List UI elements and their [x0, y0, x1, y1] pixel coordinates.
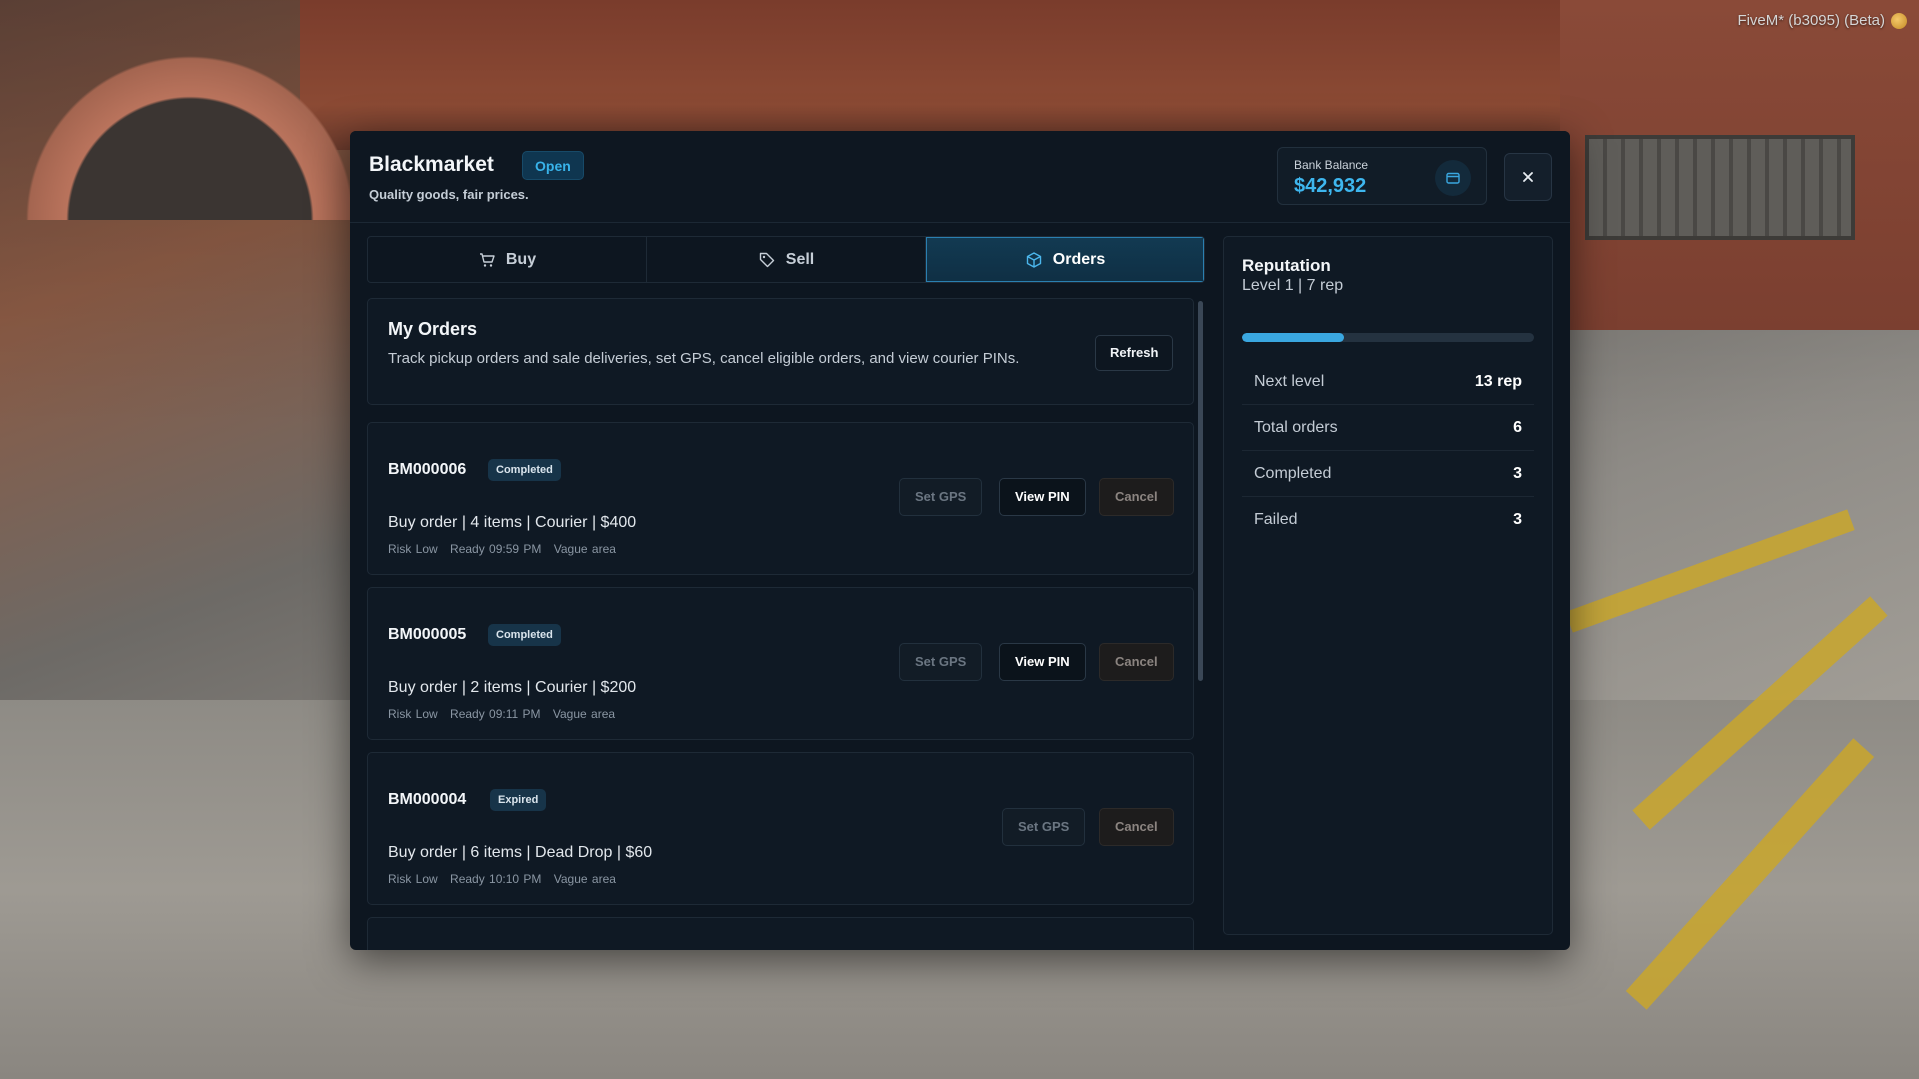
- cancel-button[interactable]: Cancel: [1099, 478, 1174, 516]
- stat-label: Total orders: [1254, 418, 1338, 436]
- cancel-button[interactable]: Cancel: [1099, 808, 1174, 846]
- status-badge: Open: [522, 151, 584, 180]
- cancel-button[interactable]: Cancel: [1099, 643, 1174, 681]
- view-pin-button[interactable]: View PIN: [999, 643, 1086, 681]
- wallet-icon: [1435, 160, 1471, 196]
- building-arch: [0, 30, 380, 220]
- order-summary: Buy order | 4 items | Courier | $400: [388, 514, 637, 531]
- box-icon: [1026, 251, 1041, 268]
- orders-scrollbar[interactable]: [1198, 301, 1203, 681]
- tab-orders[interactable]: Orders: [926, 237, 1204, 282]
- building-window: [1585, 135, 1855, 240]
- page-title: Blackmarket: [369, 153, 494, 176]
- stat-value: 3: [1513, 464, 1522, 482]
- reputation-title: Reputation: [1242, 256, 1331, 275]
- order-meta: Risk Low Ready 10:10 PM Vague area: [388, 872, 624, 886]
- reputation-progress-fill: [1242, 333, 1345, 342]
- order-ready-time: Ready 10:10 PM: [450, 872, 542, 886]
- order-id: BM000006: [388, 461, 467, 478]
- stat-value: 3: [1513, 511, 1522, 528]
- order-ready-time: Ready 09:11 PM: [450, 707, 541, 721]
- stat-completed: Completed 3: [1242, 451, 1534, 497]
- my-orders-title: My Orders: [388, 319, 478, 339]
- stat-total-orders: Total orders 6: [1242, 405, 1534, 451]
- order-id: BM000004: [388, 791, 467, 808]
- reputation-level: Level 1 | 7 rep: [1242, 277, 1344, 294]
- reputation-stats: Next level 13 rep Total orders 6 Complet…: [1242, 359, 1534, 543]
- order-meta: Risk Low Ready 09:11 PM Vague area: [388, 707, 623, 721]
- order-ready-time: Ready 09:59 PM: [450, 542, 542, 556]
- blackmarket-panel: Blackmarket Open Quality goods, fair pri…: [350, 131, 1570, 950]
- tab-sell-label: Sell: [785, 250, 815, 268]
- client-status-icon: [1891, 13, 1907, 29]
- stat-value: 13 rep: [1474, 372, 1522, 390]
- client-version-label: FiveM* (b3095) (Beta): [1737, 12, 1885, 29]
- order-area: Vague area: [553, 542, 616, 556]
- set-gps-button[interactable]: Set GPS: [899, 478, 983, 516]
- reputation-progress-bar: [1242, 333, 1534, 342]
- refresh-button[interactable]: Refresh: [1095, 335, 1174, 371]
- brick-wall: [300, 0, 1600, 150]
- order-risk: Risk Low: [388, 542, 438, 556]
- tab-buy-label: Buy: [505, 250, 537, 268]
- order-card: BM000004 Expired Buy order | 6 items | D…: [367, 752, 1194, 905]
- stat-value: 6: [1513, 418, 1522, 436]
- order-status-badge: Completed: [488, 624, 561, 646]
- stat-next-level: Next level 13 rep: [1242, 359, 1534, 405]
- order-status-badge: Expired: [490, 789, 547, 811]
- parking-line: [1565, 509, 1855, 633]
- order-meta: Risk Low Ready 09:59 PM Vague area: [388, 542, 624, 556]
- stat-failed: Failed 3: [1242, 497, 1534, 543]
- order-summary: Buy order | 6 items | Dead Drop | $60: [388, 844, 653, 861]
- view-pin-button[interactable]: View PIN: [999, 478, 1086, 516]
- panel-header: Blackmarket Open Quality goods, fair pri…: [350, 131, 1570, 223]
- order-summary: Buy order | 2 items | Courier | $200: [388, 679, 637, 696]
- bank-balance-value: $42,932: [1294, 175, 1367, 197]
- page-subtitle: Quality goods, fair prices.: [369, 187, 529, 202]
- order-id: BM000005: [388, 626, 467, 643]
- order-area: Vague area: [553, 872, 616, 886]
- stat-label: Next level: [1254, 372, 1325, 390]
- tab-buy[interactable]: Buy: [368, 237, 647, 282]
- close-button[interactable]: [1504, 153, 1552, 201]
- tab-bar: Buy Sell Orders: [367, 236, 1205, 283]
- order-area: Vague area: [552, 707, 616, 721]
- order-card: BM000006 Completed Buy order | 4 items |…: [367, 422, 1194, 575]
- order-card: [367, 917, 1194, 950]
- stat-label: Failed: [1254, 511, 1298, 528]
- cart-icon: [479, 252, 495, 267]
- set-gps-button[interactable]: Set GPS: [1002, 808, 1086, 846]
- order-card: BM000005 Completed Buy order | 2 items |…: [367, 587, 1194, 740]
- tab-orders-label: Orders: [1052, 250, 1106, 268]
- bank-balance-label: Bank Balance: [1294, 158, 1369, 172]
- order-status-badge: Completed: [488, 459, 561, 481]
- order-risk: Risk Low: [388, 872, 438, 886]
- tab-sell[interactable]: Sell: [647, 237, 926, 282]
- close-icon: [1523, 172, 1533, 182]
- set-gps-button[interactable]: Set GPS: [899, 643, 983, 681]
- bank-balance-card: Bank Balance $42,932: [1277, 147, 1487, 205]
- my-orders-header: My Orders Track pickup orders and sale d…: [367, 298, 1194, 405]
- my-orders-description: Track pickup orders and sale deliveries,…: [388, 350, 1020, 367]
- reputation-panel: Reputation Level 1 | 7 rep Next level 13…: [1223, 236, 1553, 935]
- tag-icon: [759, 252, 774, 267]
- order-risk: Risk Low: [388, 707, 438, 721]
- orders-list: My Orders Track pickup orders and sale d…: [367, 298, 1205, 950]
- stat-label: Completed: [1254, 464, 1332, 482]
